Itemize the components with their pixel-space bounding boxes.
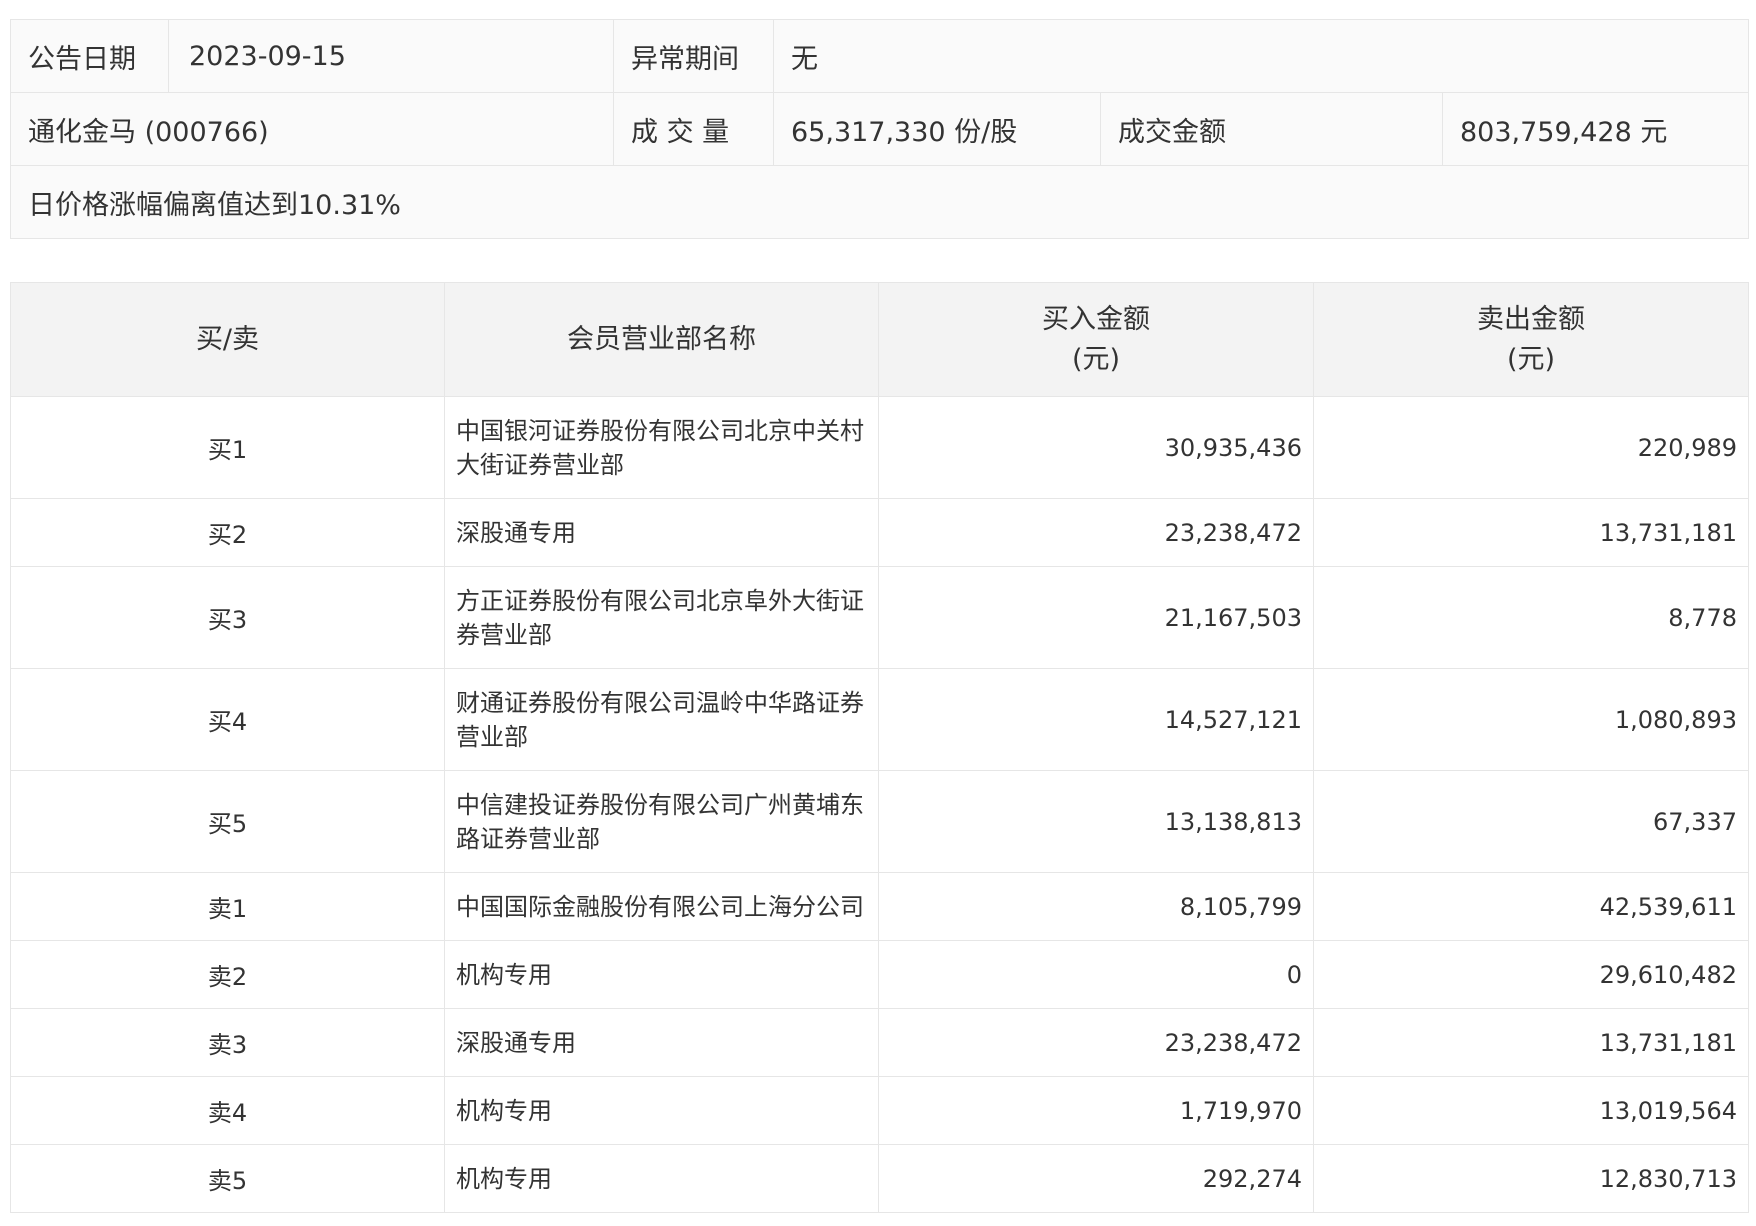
row-buy-amount: 30,935,436 xyxy=(878,396,1314,499)
row-sell-amount: 8,778 xyxy=(1313,566,1749,669)
row-branch: 机构专用 xyxy=(444,1076,879,1145)
row-buy-amount: 14,527,121 xyxy=(878,668,1314,771)
header-side: 买/卖 xyxy=(10,282,445,397)
row-sell-amount: 67,337 xyxy=(1313,770,1749,873)
announce-date-value: 2023-09-15 xyxy=(168,19,614,93)
row-branch: 中国银河证券股份有限公司北京中关村大街证券营业部 xyxy=(444,396,879,499)
row-buy-amount: 0 xyxy=(878,940,1314,1009)
table-row: 卖5 机构专用 292,274 12,830,713 xyxy=(10,1144,1749,1213)
row-branch: 方正证券股份有限公司北京阜外大街证券营业部 xyxy=(444,566,879,669)
row-sell-amount: 220,989 xyxy=(1313,396,1749,499)
row-buy-amount: 23,238,472 xyxy=(878,1008,1314,1077)
row-sell-amount: 13,731,181 xyxy=(1313,1008,1749,1077)
row-branch: 财通证券股份有限公司温岭中华路证券营业部 xyxy=(444,668,879,771)
row-branch: 中信建投证券股份有限公司广州黄埔东路证券营业部 xyxy=(444,770,879,873)
header-sell-amount: 卖出金额 (元) xyxy=(1313,282,1749,397)
row-sell-amount: 13,731,181 xyxy=(1313,498,1749,567)
abnormal-reason: 日价格涨幅偏离值达到10.31% xyxy=(10,165,1749,239)
table-row: 卖3 深股通专用 23,238,472 13,731,181 xyxy=(10,1008,1749,1077)
info-row-volume: 通化金马 (000766) 成 交 量 65,317,330 份/股 成交金额 … xyxy=(10,92,1749,166)
table-row: 卖4 机构专用 1,719,970 13,019,564 xyxy=(10,1076,1749,1145)
row-sell-amount: 42,539,611 xyxy=(1313,872,1749,941)
table-row: 买5 中信建投证券股份有限公司广州黄埔东路证券营业部 13,138,813 67… xyxy=(10,770,1749,873)
table-row: 买3 方正证券股份有限公司北京阜外大街证券营业部 21,167,503 8,77… xyxy=(10,566,1749,669)
header-sell-amount-title: 卖出金额 xyxy=(1477,303,1585,335)
row-sell-amount: 12,830,713 xyxy=(1313,1144,1749,1213)
row-buy-amount: 8,105,799 xyxy=(878,872,1314,941)
row-side: 卖2 xyxy=(10,940,445,1009)
row-branch: 深股通专用 xyxy=(444,498,879,567)
abnormal-period-label: 异常期间 xyxy=(613,19,774,93)
row-side: 买1 xyxy=(10,396,445,499)
volume-label: 成 交 量 xyxy=(613,92,774,166)
row-sell-amount: 13,019,564 xyxy=(1313,1076,1749,1145)
row-branch: 中国国际金融股份有限公司上海分公司 xyxy=(444,872,879,941)
row-side: 买5 xyxy=(10,770,445,873)
row-side: 买3 xyxy=(10,566,445,669)
row-branch: 机构专用 xyxy=(444,1144,879,1213)
row-branch: 深股通专用 xyxy=(444,1008,879,1077)
row-buy-amount: 1,719,970 xyxy=(878,1076,1314,1145)
table-row: 卖1 中国国际金融股份有限公司上海分公司 8,105,799 42,539,61… xyxy=(10,872,1749,941)
info-row-reason: 日价格涨幅偏离值达到10.31% xyxy=(10,165,1749,239)
abnormal-period-value: 无 xyxy=(773,19,1749,93)
turnover-label: 成交金额 xyxy=(1100,92,1443,166)
header-buy-amount: 买入金额 (元) xyxy=(878,282,1314,397)
announcement-info-table: 公告日期 2023-09-15 异常期间 无 通化金马 (000766) 成 交… xyxy=(10,19,1749,239)
table-header-row: 买/卖 会员营业部名称 买入金额 (元) 卖出金额 (元) xyxy=(10,282,1749,397)
header-buy-amount-unit: (元) xyxy=(1071,343,1121,375)
row-buy-amount: 21,167,503 xyxy=(878,566,1314,669)
stock-name: 通化金马 (000766) xyxy=(10,92,614,166)
turnover-value: 803,759,428 元 xyxy=(1442,92,1749,166)
announce-date-label: 公告日期 xyxy=(10,19,169,93)
row-side: 买2 xyxy=(10,498,445,567)
header-sell-amount-unit: (元) xyxy=(1506,343,1556,375)
row-branch: 机构专用 xyxy=(444,940,879,1009)
table-row: 买2 深股通专用 23,238,472 13,731,181 xyxy=(10,498,1749,567)
row-sell-amount: 29,610,482 xyxy=(1313,940,1749,1009)
row-side: 卖3 xyxy=(10,1008,445,1077)
row-buy-amount: 23,238,472 xyxy=(878,498,1314,567)
row-buy-amount: 13,138,813 xyxy=(878,770,1314,873)
row-side: 卖1 xyxy=(10,872,445,941)
row-side: 卖5 xyxy=(10,1144,445,1213)
trading-seats-table: 买/卖 会员营业部名称 买入金额 (元) 卖出金额 (元) 买1 中国银河证券股… xyxy=(10,282,1749,1213)
row-buy-amount: 292,274 xyxy=(878,1144,1314,1213)
header-branch: 会员营业部名称 xyxy=(444,282,879,397)
table-row: 卖2 机构专用 0 29,610,482 xyxy=(10,940,1749,1009)
header-buy-amount-title: 买入金额 xyxy=(1042,303,1150,335)
info-row-date: 公告日期 2023-09-15 异常期间 无 xyxy=(10,19,1749,93)
table-row: 买1 中国银河证券股份有限公司北京中关村大街证券营业部 30,935,436 2… xyxy=(10,396,1749,499)
row-sell-amount: 1,080,893 xyxy=(1313,668,1749,771)
volume-value: 65,317,330 份/股 xyxy=(773,92,1101,166)
row-side: 卖4 xyxy=(10,1076,445,1145)
row-side: 买4 xyxy=(10,668,445,771)
table-row: 买4 财通证券股份有限公司温岭中华路证券营业部 14,527,121 1,080… xyxy=(10,668,1749,771)
